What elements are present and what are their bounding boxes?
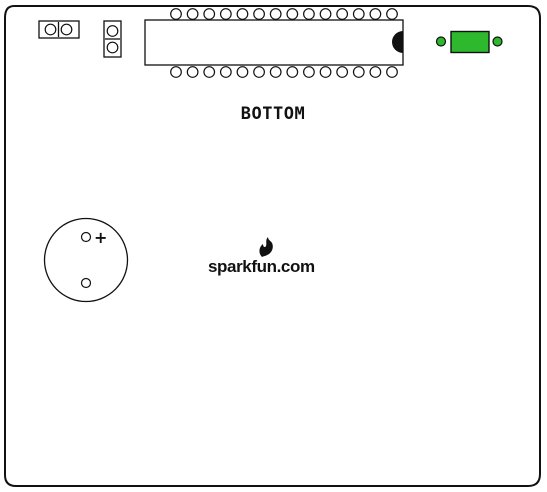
ic-notch xyxy=(392,31,403,53)
ic-top-pin-9 xyxy=(303,8,315,20)
ic-top-pin-row xyxy=(170,8,398,20)
ic-bottom-pin-14 xyxy=(386,66,398,78)
sparkfun-logo: sparkfun.com xyxy=(208,237,315,276)
ic-top-pin-5 xyxy=(236,8,249,20)
ic-top-pin-10 xyxy=(319,8,332,20)
ic-top-pin-12 xyxy=(352,8,365,20)
ic-bottom-pin-8 xyxy=(286,66,299,78)
smd-led-icon xyxy=(435,30,503,54)
sparkfun-flame-icon xyxy=(259,237,273,257)
ic-top-pin-8 xyxy=(286,8,299,20)
sparkfun-logo-text: sparkfun.com xyxy=(208,257,315,276)
ic-bottom-pin-6 xyxy=(253,66,265,78)
ic-top-pin-7 xyxy=(269,8,282,20)
ic-top-pin-13 xyxy=(369,8,382,20)
ic-top-pin-2 xyxy=(186,8,199,20)
ic-bottom-pin-row xyxy=(170,66,398,78)
ic-bottom-pin-10 xyxy=(319,66,332,78)
two-pin-header-vertical-icon xyxy=(103,20,122,58)
ic-top-pin-4 xyxy=(219,8,232,20)
ic-top-pin-11 xyxy=(336,8,349,20)
ic-top-pin-14 xyxy=(386,8,398,20)
buzzer-icon: + xyxy=(43,217,129,303)
ic-top-pin-1 xyxy=(170,8,182,20)
ic-bottom-pin-13 xyxy=(369,66,382,78)
ic-bottom-pin-3 xyxy=(203,66,216,78)
ic-bottom-pin-1 xyxy=(170,66,182,78)
ic-top-pin-6 xyxy=(253,8,265,20)
two-pin-header-horizontal-icon xyxy=(38,20,80,39)
buzzer-polarity-mark: + xyxy=(94,228,107,247)
board-side-label: BOTTOM xyxy=(241,104,305,124)
pcb-diagram: BOTTOM + sparkfun.com xyxy=(4,5,541,487)
ic-bottom-pin-9 xyxy=(303,66,315,78)
ic-bottom-pin-7 xyxy=(269,66,282,78)
ic-bottom-pin-11 xyxy=(336,66,349,78)
dip-ic-icon xyxy=(144,8,404,78)
ic-bottom-pin-2 xyxy=(186,66,199,78)
ic-bottom-pin-4 xyxy=(219,66,232,78)
ic-top-pin-3 xyxy=(203,8,216,20)
ic-bottom-pin-5 xyxy=(236,66,249,78)
ic-bottom-pin-12 xyxy=(352,66,365,78)
